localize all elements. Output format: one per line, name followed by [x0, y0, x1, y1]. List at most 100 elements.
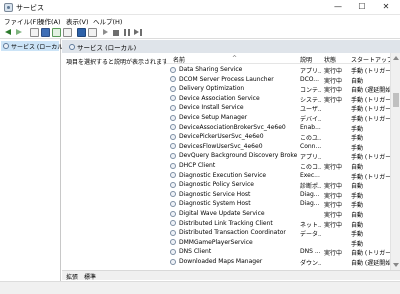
service-gear-icon — [170, 248, 176, 255]
menu-view[interactable]: 表示(V) — [66, 16, 89, 26]
table-row[interactable]: Diagnostic Service Host Diag... 実行中 手動 — [166, 190, 390, 200]
service-name: DHCP Client — [179, 162, 216, 169]
column-status[interactable]: 状態 — [324, 55, 336, 64]
tree-item-services-local[interactable]: サービス (ローカル) — [1, 41, 66, 51]
service-gear-icon — [170, 229, 176, 236]
service-gear-icon — [170, 200, 176, 207]
scroll-up-icon[interactable] — [393, 56, 399, 60]
service-description: Enab... — [300, 123, 321, 131]
service-name: DNS Client — [179, 248, 212, 256]
table-row[interactable]: DevQuery Background Discovery Broker アプリ.… — [166, 151, 391, 161]
service-name: Downloaded Maps Manager — [179, 258, 263, 265]
service-name: Diagnostic Policy Service — [179, 181, 254, 189]
service-name: Distributed Link Tracking Client — [179, 219, 273, 227]
refresh-icon[interactable] — [52, 28, 61, 37]
vertical-scrollbar[interactable] — [390, 53, 400, 270]
table-row[interactable]: Delivery Optimizationコンテ...実行中自動 (遅延開始..… — [166, 84, 391, 94]
start-service-icon[interactable] — [101, 28, 110, 37]
window-title: サービス — [16, 4, 44, 12]
table-row[interactable]: Device Setup Managerデバイ...手動 (トリガー開 — [166, 113, 391, 123]
service-description: DCO... — [300, 75, 320, 83]
description-pane: 項目を選択すると説明が表示されます。 — [62, 53, 173, 270]
service-description: Exec... — [300, 171, 320, 179]
service-name: DeviceAssociationBrokerSvc_4e6e0 — [179, 123, 286, 131]
scroll-thumb[interactable] — [393, 93, 399, 107]
table-row[interactable]: Data Sharing Serviceアプリ...実行中手動 (トリガー開 — [166, 65, 391, 75]
menu-action[interactable]: 操作(A) — [38, 16, 61, 26]
tab-standard[interactable]: 標準 — [84, 272, 96, 281]
close-button[interactable]: ✕ — [374, 0, 398, 14]
title-bar: サービス — ☐ ✕ — [0, 0, 400, 15]
table-row[interactable]: Diagnostic Policy Service診断ポ...実行中自動 — [166, 180, 390, 190]
tab-extended[interactable]: 拡張 — [66, 272, 78, 281]
service-gear-icon — [170, 210, 176, 217]
service-gear-icon — [170, 258, 176, 265]
table-row[interactable]: DevicePickerUserSvc_4e6e0このユ...手動 — [166, 132, 390, 142]
console-tree-icon[interactable] — [30, 28, 39, 37]
menu-help[interactable]: ヘルプ(H) — [93, 16, 122, 26]
service-gear-icon — [170, 66, 176, 73]
scroll-down-icon[interactable] — [393, 263, 399, 267]
maximize-button[interactable]: ☐ — [350, 0, 374, 14]
service-name: DCOM Server Process Launcher — [179, 75, 274, 83]
service-name: Digital Wave Update Service — [179, 210, 265, 217]
table-row[interactable]: Diagnostic Execution Service Exec... 手動 (ト… — [166, 171, 391, 181]
column-description[interactable]: 説明 — [300, 55, 312, 64]
menu-bar: ファイル(F) 操作(A) 表示(V) ヘルプ(H) — [0, 15, 400, 26]
description-text: 項目を選択すると説明が表示されます。 — [66, 59, 174, 66]
services-list[interactable]: 名前 ^ 説明 状態 スタートアップの種 Data Sharing Servic… — [166, 53, 400, 270]
table-row[interactable]: DevicesFlowUserSvc_4e6e0 Conn... 手動 — [166, 142, 390, 152]
services-header: サービス (ローカル) — [62, 40, 400, 53]
service-gear-icon — [170, 181, 176, 188]
service-name: Diagnostic Service Host — [179, 190, 251, 198]
column-name[interactable]: 名前 — [173, 55, 185, 64]
service-description: ダウン... — [300, 260, 321, 267]
service-gear-icon — [170, 152, 176, 159]
properties-icon[interactable] — [41, 28, 50, 37]
table-row[interactable]: Device Install Serviceユーザ...手動 (トリガー開 — [166, 103, 391, 113]
menu-file[interactable]: ファイル(F) — [4, 16, 39, 26]
table-row[interactable]: DHCP Clientこのコ...実行中自動 — [166, 161, 390, 171]
help-icon[interactable] — [77, 28, 86, 37]
service-name: Data Sharing Service — [179, 66, 243, 73]
service-gear-icon — [170, 239, 176, 246]
table-row[interactable]: DNS ClientDNS ...実行中自動 (トリガー開 — [166, 247, 391, 257]
service-name: Device Install Service — [179, 104, 244, 112]
service-startup-type: 自動 (遅延開始... — [351, 260, 391, 267]
table-row[interactable]: Distributed Transaction Coordinatorデータ..… — [166, 228, 390, 238]
back-arrow-icon[interactable] — [4, 28, 13, 37]
table-row[interactable]: DeviceAssociationBrokerSvc_4e6e0 Enab... 手… — [166, 123, 390, 133]
table-row[interactable]: Device Association Serviceシステ...実行中手動 (ト… — [166, 94, 391, 104]
service-gear-icon — [170, 76, 176, 83]
service-name: Diagnostic System Host — [179, 200, 251, 208]
service-gear-icon — [170, 95, 176, 102]
service-gear-icon — [170, 85, 176, 92]
service-gear-icon — [170, 133, 176, 140]
service-name: DMMGamePlayerService — [179, 238, 253, 246]
service-gear-icon — [170, 124, 176, 131]
minimize-button[interactable]: — — [326, 0, 350, 14]
table-row[interactable]: Distributed Link Tracking Clientネット...実行… — [166, 219, 390, 229]
status-bar — [0, 281, 400, 294]
table-row[interactable]: Digital Wave Update Service 実行中 自動 — [166, 209, 390, 219]
show-hide-pane-icon[interactable] — [88, 28, 97, 37]
service-gear-icon — [170, 162, 176, 169]
sort-caret-icon: ^ — [232, 55, 238, 62]
service-name: DevicePickerUserSvc_4e6e0 — [179, 133, 264, 141]
service-gear-icon — [170, 172, 176, 179]
export-list-icon[interactable] — [63, 28, 72, 37]
service-gear-icon — [170, 143, 176, 150]
table-row[interactable]: DMMGamePlayerService 手動 — [166, 238, 390, 248]
forward-arrow-icon[interactable] — [14, 28, 23, 37]
restart-service-icon[interactable] — [134, 28, 143, 37]
service-name: Device Setup Manager — [179, 114, 248, 121]
services-app-icon — [4, 3, 13, 12]
table-row[interactable]: Downloaded Maps Manager ダウン... 自動 (遅延開始... — [166, 257, 391, 267]
service-name: DevicesFlowUserSvc_4e6e0 — [179, 142, 263, 150]
service-gear-icon — [170, 104, 176, 111]
table-row[interactable]: DCOM Server Process Launcher DCO... 実行中 自動 — [166, 75, 390, 85]
table-row[interactable]: Diagnostic System Host Diag... 実行中 手動 — [166, 199, 390, 209]
service-description: Diag... — [300, 190, 320, 198]
stop-service-icon[interactable] — [113, 30, 119, 36]
pause-service-icon[interactable] — [123, 28, 132, 37]
